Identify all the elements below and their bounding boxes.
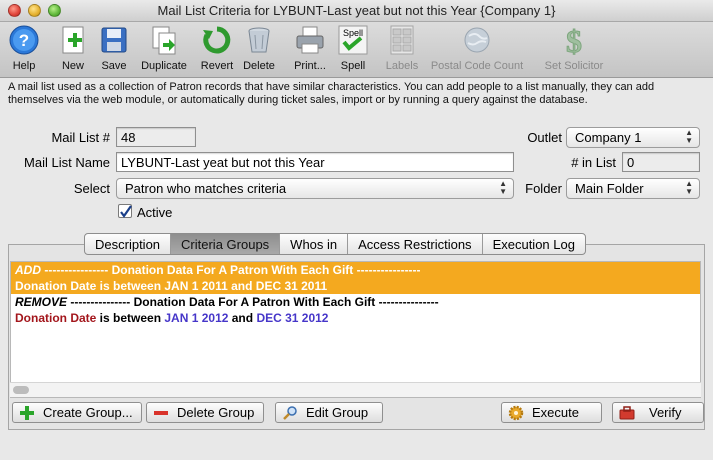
outlet-label: Outlet: [527, 130, 562, 145]
print-icon: [294, 24, 326, 56]
mail-list-number-label: Mail List #: [51, 130, 110, 145]
criteria-list[interactable]: ADD ---------------- Donation Data For A…: [10, 261, 701, 398]
in-list-label: # in List: [571, 155, 616, 170]
list-item[interactable]: ADD ---------------- Donation Data For A…: [11, 262, 700, 278]
svg-text:Spell: Spell: [343, 28, 363, 38]
new-icon: [57, 24, 89, 56]
delete-button[interactable]: Delete: [240, 24, 278, 76]
print-button[interactable]: Print...: [289, 24, 331, 76]
spell-button[interactable]: Spell Spell: [336, 24, 370, 76]
new-button[interactable]: New: [56, 24, 90, 76]
list-item[interactable]: Donation Date is between JAN 1 2011 and …: [11, 278, 700, 294]
tab-description[interactable]: Description: [85, 234, 172, 254]
help-button[interactable]: ? Help: [6, 24, 42, 76]
title-bar: Mail List Criteria for LYBUNT-Last yeat …: [0, 0, 713, 22]
toolbar: ? Help New Save Duplicate Revert Delete: [0, 22, 713, 78]
toolbox-icon: [619, 406, 635, 420]
labels-icon: [386, 24, 418, 56]
tab-execution-log[interactable]: Execution Log: [483, 234, 585, 254]
set-solicitor-button[interactable]: $ Set Solicitor: [539, 23, 609, 76]
labels-button[interactable]: Labels: [382, 24, 422, 76]
svg-text:?: ?: [19, 31, 29, 50]
mail-list-name-field[interactable]: LYBUNT-Last yeat but not this Year: [116, 152, 514, 172]
outlet-select[interactable]: Company 1 ▲ ▼: [566, 127, 700, 148]
duplicate-icon: [148, 24, 180, 56]
edit-group-button[interactable]: Edit Group: [275, 402, 383, 423]
tab-criteria-groups[interactable]: Criteria Groups: [171, 234, 281, 254]
scrollbar-thumb[interactable]: [13, 386, 29, 394]
select-label: Select: [73, 181, 110, 196]
gear-icon: [508, 405, 524, 421]
create-group-button[interactable]: Create Group...: [12, 402, 142, 423]
save-button[interactable]: Save: [98, 24, 130, 76]
globe-icon: [461, 24, 493, 56]
folder-label: Folder: [525, 181, 562, 196]
help-icon: ?: [8, 24, 40, 56]
magnifier-icon: [283, 406, 297, 420]
description-text: A mail list used as a collection of Patr…: [8, 81, 655, 106]
popup-arrows-icon: ▲ ▼: [685, 128, 693, 145]
duplicate-button[interactable]: Duplicate: [136, 24, 192, 76]
save-icon: [98, 24, 130, 56]
popup-arrows-icon: ▲ ▼: [685, 179, 693, 196]
active-label: Active: [137, 205, 173, 220]
tab-whos-in[interactable]: Whos in: [280, 234, 349, 254]
revert-icon: [201, 24, 233, 56]
tab-access-restrictions[interactable]: Access Restrictions: [348, 234, 483, 254]
minus-icon: [154, 411, 168, 415]
spell-icon: Spell: [337, 24, 369, 56]
plus-icon: [20, 406, 34, 420]
select-criteria-select[interactable]: Patron who matches criteria ▲ ▼: [116, 178, 514, 199]
mail-list-number-field: 48: [116, 127, 196, 147]
svg-text:$: $: [566, 24, 582, 56]
postal-code-count-button[interactable]: Postal Code Count: [427, 24, 527, 76]
window-title: Mail List Criteria for LYBUNT-Last yeat …: [157, 3, 556, 18]
in-list-field: 0: [622, 152, 700, 172]
delete-group-button[interactable]: Delete Group: [146, 402, 264, 423]
dollar-icon: $: [558, 23, 590, 60]
checkmark-icon: [120, 205, 132, 218]
delete-icon: [243, 24, 275, 56]
mail-list-name-label: Mail List Name: [24, 155, 110, 170]
horizontal-scrollbar[interactable]: [10, 382, 701, 397]
list-item[interactable]: REMOVE --------------- Donation Data For…: [11, 294, 700, 310]
active-checkbox[interactable]: [118, 204, 132, 218]
execute-button[interactable]: Execute: [501, 402, 602, 423]
folder-select[interactable]: Main Folder ▲ ▼: [566, 178, 700, 199]
list-item[interactable]: Donation Date is between JAN 1 2012 and …: [11, 310, 700, 326]
revert-button[interactable]: Revert: [198, 24, 236, 76]
verify-button[interactable]: Verify: [612, 402, 704, 423]
tab-bar: Description Criteria Groups Whos in Acce…: [84, 233, 586, 255]
